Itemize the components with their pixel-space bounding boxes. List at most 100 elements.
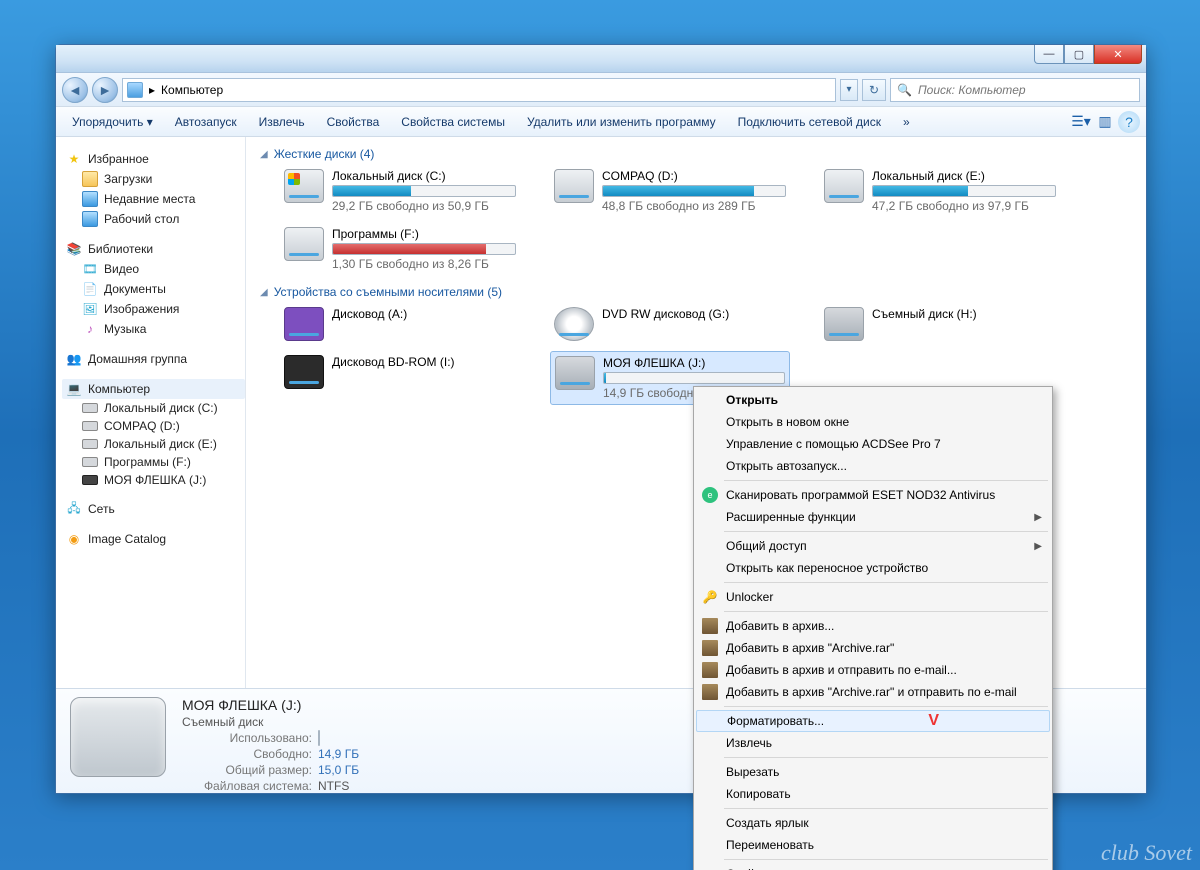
sidebar-image-catalog[interactable]: ◉Image Catalog	[62, 529, 245, 549]
details-subtitle: Съемный диск	[182, 715, 359, 729]
menu-item-label: Открыть	[726, 393, 778, 407]
tb-uninstall[interactable]: Удалить или изменить программу	[517, 111, 726, 133]
sidebar: ★Избранное Загрузки Недавние места Рабоч…	[56, 137, 246, 688]
key-icon: 🔑	[702, 589, 718, 605]
drive-item[interactable]: Дисковод BD-ROM (I:)	[280, 351, 520, 405]
computer-icon: 💻	[66, 381, 82, 397]
tb-eject[interactable]: Извлечь	[249, 111, 315, 133]
menu-item[interactable]: Копировать	[696, 783, 1050, 805]
hdd-icon	[284, 227, 324, 261]
video-icon: 🎞	[82, 261, 98, 277]
capacity-bar	[332, 185, 516, 197]
menu-item[interactable]: 🔑Unlocker	[696, 586, 1050, 608]
menu-item-label: Форматировать...	[727, 714, 824, 728]
tb-organize[interactable]: Упорядочить ▾	[62, 111, 163, 133]
sidebar-item-documents[interactable]: 📄Документы	[62, 279, 245, 299]
forward-button[interactable]: ►	[92, 77, 118, 103]
sidebar-computer[interactable]: 💻Компьютер	[62, 379, 245, 399]
menu-item-label: Извлечь	[726, 736, 772, 750]
preview-pane-icon[interactable]: ▥	[1094, 111, 1116, 133]
bd-icon	[284, 355, 324, 389]
search-input[interactable]: 🔍 Поиск: Компьютер	[890, 78, 1140, 102]
sidebar-drive-c[interactable]: Локальный диск (C:)	[62, 399, 245, 417]
menu-item[interactable]: Создать ярлык	[696, 812, 1050, 834]
drive-item[interactable]: Дисковод (A:)	[280, 303, 520, 345]
section-removable[interactable]: ◢ Устройства со съемными носителями (5)	[252, 285, 1136, 299]
titlebar: — ▢ ✕	[56, 45, 1146, 73]
menu-item[interactable]: Переименовать	[696, 834, 1050, 856]
menu-item[interactable]: Добавить в архив и отправить по e-mail..…	[696, 659, 1050, 681]
menu-item[interactable]: eСканировать программой ESET NOD32 Antiv…	[696, 484, 1050, 506]
tb-properties[interactable]: Свойства	[317, 111, 390, 133]
menu-item[interactable]: Расширенные функции▶	[696, 506, 1050, 528]
refresh-button[interactable]: ↻	[862, 79, 886, 101]
search-placeholder: Поиск: Компьютер	[918, 83, 1026, 97]
sidebar-libraries[interactable]: 📚Библиотеки	[62, 239, 245, 259]
menu-item-label: Управление с помощью ACDSee Pro 7	[726, 437, 941, 451]
hdd-icon	[82, 421, 98, 431]
nav-row: ◄ ► ▸ Компьютер ▾ ↻ 🔍 Поиск: Компьютер	[56, 73, 1146, 107]
sidebar-item-recent[interactable]: Недавние места	[62, 189, 245, 209]
context-menu: Открыть Открыть в новом окне Управление с …	[693, 386, 1053, 870]
help-icon[interactable]: ?	[1118, 111, 1140, 133]
documents-icon: 📄	[82, 281, 98, 297]
drive-item[interactable]: Программы (F:) 1,30 ГБ свободно из 8,26 …	[280, 223, 520, 275]
floppy-icon	[284, 307, 324, 341]
section-hdd[interactable]: ◢ Жесткие диски (4)	[252, 147, 1136, 161]
back-button[interactable]: ◄	[62, 77, 88, 103]
sidebar-item-pictures[interactable]: 🖼Изображения	[62, 299, 245, 319]
menu-item[interactable]: Извлечь	[696, 732, 1050, 754]
tb-map-drive[interactable]: Подключить сетевой диск	[728, 111, 891, 133]
menu-item[interactable]: Добавить в архив "Archive.rar" и отправи…	[696, 681, 1050, 703]
drive-item[interactable]: COMPAQ (D:) 48,8 ГБ свободно из 289 ГБ	[550, 165, 790, 217]
tb-system-properties[interactable]: Свойства системы	[391, 111, 515, 133]
hdd-icon	[554, 169, 594, 203]
menu-item-label: Вырезать	[726, 765, 779, 779]
drive-item[interactable]: DVD RW дисковод (G:)	[550, 303, 790, 345]
address-text: Компьютер	[161, 83, 223, 97]
menu-item-label: Создать ярлык	[726, 816, 809, 830]
drive-item[interactable]: Локальный диск (E:) 47,2 ГБ свободно из …	[820, 165, 1060, 217]
tb-overflow[interactable]: »	[893, 111, 920, 133]
sidebar-item-music[interactable]: ♪Музыка	[62, 319, 245, 339]
details-title: МОЯ ФЛЕШКА (J:)	[182, 697, 359, 713]
drive-name: Локальный диск (E:)	[872, 169, 1056, 183]
drive-subtitle: 1,30 ГБ свободно из 8,26 ГБ	[332, 257, 516, 271]
maximize-button[interactable]: ▢	[1064, 45, 1094, 64]
close-button[interactable]: ✕	[1094, 45, 1142, 64]
sidebar-favorites[interactable]: ★Избранное	[62, 149, 245, 169]
sidebar-item-downloads[interactable]: Загрузки	[62, 169, 245, 189]
sidebar-drive-f[interactable]: Программы (F:)	[62, 453, 245, 471]
menu-item[interactable]: Добавить в архив...	[696, 615, 1050, 637]
collapse-icon: ◢	[260, 287, 268, 298]
sidebar-network[interactable]: 🖧Сеть	[62, 499, 245, 519]
sidebar-drive-e[interactable]: Локальный диск (E:)	[62, 435, 245, 453]
sidebar-item-desktop[interactable]: Рабочий стол	[62, 209, 245, 229]
menu-item-label: Добавить в архив "Archive.rar"	[726, 641, 894, 655]
sidebar-item-video[interactable]: 🎞Видео	[62, 259, 245, 279]
address-bar[interactable]: ▸ Компьютер	[122, 78, 836, 102]
menu-item[interactable]: Открыть в новом окне	[696, 411, 1050, 433]
menu-item[interactable]: Свойства	[696, 863, 1050, 870]
view-options-icon[interactable]: ☰▾	[1070, 111, 1092, 133]
drive-item[interactable]: Съемный диск (H:)	[820, 303, 1060, 345]
sidebar-drive-j[interactable]: МОЯ ФЛЕШКА (J:)	[62, 471, 245, 489]
winrar-icon	[702, 640, 718, 656]
sidebar-drive-d[interactable]: COMPAQ (D:)	[62, 417, 245, 435]
menu-separator	[724, 757, 1048, 758]
menu-item[interactable]: Управление с помощью ACDSee Pro 7	[696, 433, 1050, 455]
menu-item[interactable]: Открыть как переносное устройство	[696, 557, 1050, 579]
address-dropdown[interactable]: ▾	[840, 79, 858, 101]
menu-item[interactable]: Добавить в архив "Archive.rar"	[696, 637, 1050, 659]
drive-item[interactable]: Локальный диск (C:) 29,2 ГБ свободно из …	[280, 165, 520, 217]
drive-name: Дисковод (A:)	[332, 307, 516, 321]
tb-autoplay[interactable]: Автозапуск	[165, 111, 247, 133]
sidebar-homegroup[interactable]: 👥Домашняя группа	[62, 349, 245, 369]
computer-icon	[127, 82, 143, 98]
menu-item[interactable]: Открыть автозапуск...	[696, 455, 1050, 477]
minimize-button[interactable]: —	[1034, 45, 1064, 64]
menu-item[interactable]: Вырезать	[696, 761, 1050, 783]
menu-item[interactable]: Общий доступ▶	[696, 535, 1050, 557]
menu-item[interactable]: Открыть	[696, 389, 1050, 411]
menu-item[interactable]: Форматировать...V	[696, 710, 1050, 732]
